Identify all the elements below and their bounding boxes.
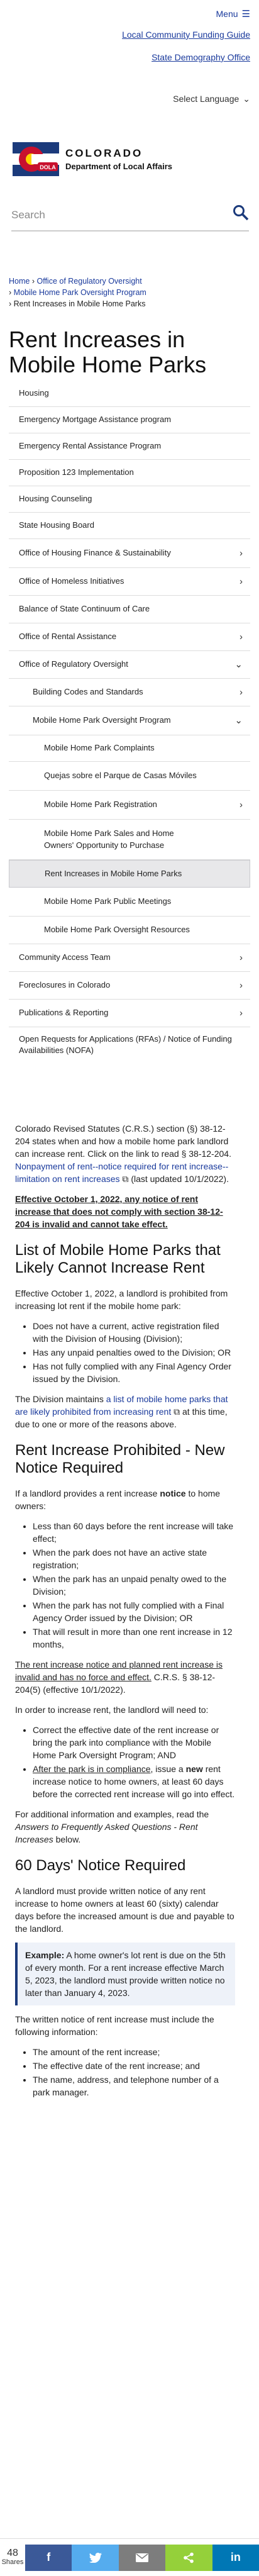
- breadcrumb-current: Rent Increases in Mobile Home Parks: [13, 299, 146, 308]
- example-callout: Example: A home owner's lot rent is due …: [15, 1943, 235, 2005]
- local-community-funding-link[interactable]: Local Community Funding Guide: [122, 29, 250, 42]
- chevron-right-icon: ›: [240, 952, 243, 963]
- written-notice-intro: The written notice of rent increase must…: [15, 2014, 214, 2037]
- twitter-icon[interactable]: [72, 2544, 119, 2571]
- logo-badge: DOLA: [40, 164, 56, 170]
- need-bullets: Correct the effective date of the rent i…: [33, 1724, 235, 1800]
- effective-notice: Effective October 1, 2022, any notice of…: [15, 1194, 223, 1229]
- nav-item-housing[interactable]: Housing: [9, 381, 250, 407]
- hamburger-icon: ☰: [241, 9, 250, 20]
- heading-rent-increase-prohibited: Rent Increase Prohibited - New Notice Re…: [15, 1442, 225, 1476]
- nav-item-mhp-oversight[interactable]: Mobile Home Park Oversight Program ⌄: [9, 706, 250, 735]
- search-icon[interactable]: [233, 204, 249, 226]
- share-bar: 48 Shares f in: [0, 2538, 259, 2576]
- nav-item-publications[interactable]: Publications & Reporting ›: [9, 1000, 250, 1027]
- nav-item-rental-assistance[interactable]: Office of Rental Assistance ›: [9, 623, 250, 651]
- external-link-icon: ⧉: [122, 1174, 129, 1184]
- nav-item-housing-counseling[interactable]: Housing Counseling: [9, 486, 250, 513]
- nav-item-mhp-registration[interactable]: Mobile Home Park Registration ›: [9, 791, 250, 820]
- list-item: That will result in more than one rent i…: [33, 1625, 235, 1651]
- list-item: Does not have a current, active registra…: [33, 1320, 235, 1345]
- search-bar[interactable]: Search: [11, 200, 249, 231]
- nav-item-mhp-complaints[interactable]: Mobile Home Park Complaints: [9, 735, 250, 762]
- list-item: The amount of the rent increase;: [33, 2046, 235, 2058]
- facebook-icon[interactable]: f: [25, 2544, 72, 2571]
- language-label: Select Language: [173, 94, 240, 104]
- chevron-right-icon: ›: [240, 632, 243, 642]
- list-item: When the park has an unpaid penalty owed…: [33, 1573, 235, 1598]
- chevron-down-icon: ⌄: [243, 94, 250, 104]
- nav-item-housing-finance[interactable]: Office of Housing Finance & Sustainabili…: [9, 539, 250, 568]
- dola-logo[interactable]: DOLA COLORADO Department of Local Affair…: [13, 142, 172, 176]
- breadcrumb-mhp-program[interactable]: Mobile Home Park Oversight Program: [14, 288, 146, 297]
- language-select[interactable]: Select Language ⌄: [173, 93, 250, 106]
- nav-item-state-housing-board[interactable]: State Housing Board: [9, 513, 250, 539]
- chevron-down-icon: ⌄: [234, 659, 243, 670]
- chevron-down-icon: ⌄: [234, 715, 243, 726]
- chevron-right-icon: ›: [240, 980, 243, 991]
- nav-item-balance-of-state[interactable]: Balance of State Continuum of Care: [9, 596, 250, 623]
- search-input[interactable]: Search: [11, 208, 45, 223]
- external-link-icon: ⧉: [174, 1407, 180, 1417]
- notice-bullets: The amount of the rent increase; The eff…: [33, 2046, 235, 2099]
- list-item: When the park has not fully complied wit…: [33, 1599, 235, 1624]
- list-intro: Effective October 1, 2022, a landlord is…: [15, 1288, 228, 1311]
- list-item: Less than 60 days before the rent increa…: [33, 1520, 235, 1545]
- menu-label: Menu: [216, 8, 238, 19]
- invalid-notice: The rent increase notice and planned ren…: [15, 1659, 223, 1695]
- linkedin-icon[interactable]: in: [212, 2544, 259, 2571]
- nav-item-emergency-rental[interactable]: Emergency Rental Assistance Program: [9, 433, 250, 460]
- sharethis-icon[interactable]: [165, 2544, 212, 2571]
- list-item: The effective date of the rent increase;…: [33, 2060, 235, 2072]
- chevron-right-icon: ›: [240, 687, 243, 698]
- top-header: Menu ☰ Local Community Funding Guide Sta…: [0, 0, 259, 91]
- nav-item-community-access[interactable]: Community Access Team ›: [9, 944, 250, 972]
- intro-paragraph: Colorado Revised Statutes (C.R.S.) secti…: [15, 1124, 231, 1184]
- logo-title: COLORADO: [65, 147, 143, 159]
- page-title: Rent Increases in Mobile Home Parks: [9, 326, 207, 377]
- notice-paragraph: A landlord must provide written notice o…: [15, 1886, 234, 1934]
- prohibited-intro: If a landlord provides a rent increase n…: [15, 1488, 221, 1511]
- menu-toggle[interactable]: Menu ☰: [216, 8, 250, 21]
- side-navigation: Housing Emergency Mortgage Assistance pr…: [9, 381, 250, 1062]
- nav-item-mhp-sales[interactable]: Mobile Home Park Sales and Home Owners' …: [9, 820, 250, 860]
- chevron-right-icon: ›: [240, 548, 243, 559]
- list-item: Correct the effective date of the rent i…: [33, 1724, 235, 1761]
- list-bullets: Does not have a current, active registra…: [33, 1320, 235, 1385]
- chevron-right-icon: ›: [240, 1008, 243, 1018]
- chevron-right-icon: ›: [240, 576, 243, 587]
- list-item: When the park does not have an active st…: [33, 1546, 235, 1571]
- division-paragraph: The Division maintains a list of mobile …: [15, 1394, 228, 1429]
- breadcrumb-home[interactable]: Home: [9, 277, 30, 286]
- chevron-right-icon: ›: [240, 800, 243, 810]
- state-demography-link[interactable]: State Demography Office: [152, 52, 250, 64]
- main-content: Colorado Revised Statutes (C.R.S.) secti…: [15, 1122, 235, 2106]
- nav-item-mhp-resources[interactable]: Mobile Home Park Oversight Resources: [9, 917, 250, 944]
- heading-list-of-parks: List of Mobile Home Parks that Likely Ca…: [15, 1242, 221, 1276]
- breadcrumb: Home › Office of Regulatory Oversight › …: [9, 277, 146, 308]
- list-item: The name, address, and telephone number …: [33, 2073, 235, 2099]
- nav-item-regulatory-oversight[interactable]: Office of Regulatory Oversight ⌄: [9, 651, 250, 679]
- nav-item-quejas[interactable]: Quejas sobre el Parque de Casas Móviles: [9, 762, 250, 791]
- nav-item-homeless-initiatives[interactable]: Office of Homeless Initiatives ›: [9, 568, 250, 596]
- colorado-logo-icon: DOLA: [13, 142, 59, 176]
- email-icon[interactable]: [118, 2544, 166, 2571]
- logo-subtitle: Department of Local Affairs: [65, 161, 172, 171]
- nav-item-open-requests[interactable]: Open Requests for Applications (RFAs) / …: [9, 1027, 250, 1062]
- nav-item-foreclosures[interactable]: Foreclosures in Colorado ›: [9, 972, 250, 1000]
- list-item: After the park is in compliance, issue a…: [33, 1763, 235, 1800]
- list-item: Has not fully complied with any Final Ag…: [33, 1360, 235, 1385]
- nav-item-rent-increases[interactable]: Rent Increases in Mobile Home Parks: [9, 860, 250, 888]
- nav-item-prop-123[interactable]: Proposition 123 Implementation: [9, 460, 250, 486]
- prohibited-bullets: Less than 60 days before the rent increa…: [33, 1520, 235, 1651]
- faq-paragraph: For additional information and examples,…: [15, 1809, 209, 1844]
- share-count: 48 Shares: [1, 2547, 24, 2566]
- breadcrumb-regulatory[interactable]: Office of Regulatory Oversight: [36, 277, 141, 286]
- list-item: Has any unpaid penalties owed to the Div…: [33, 1346, 235, 1359]
- nav-item-emergency-mortgage[interactable]: Emergency Mortgage Assistance program: [9, 407, 250, 433]
- landlord-need: In order to increase rent, the landlord …: [15, 1705, 209, 1715]
- heading-60-days-notice: 60 Days' Notice Required: [15, 1857, 186, 1874]
- nav-item-mhp-public-meetings[interactable]: Mobile Home Park Public Meetings: [9, 888, 250, 917]
- nav-item-building-codes[interactable]: Building Codes and Standards ›: [9, 679, 250, 706]
